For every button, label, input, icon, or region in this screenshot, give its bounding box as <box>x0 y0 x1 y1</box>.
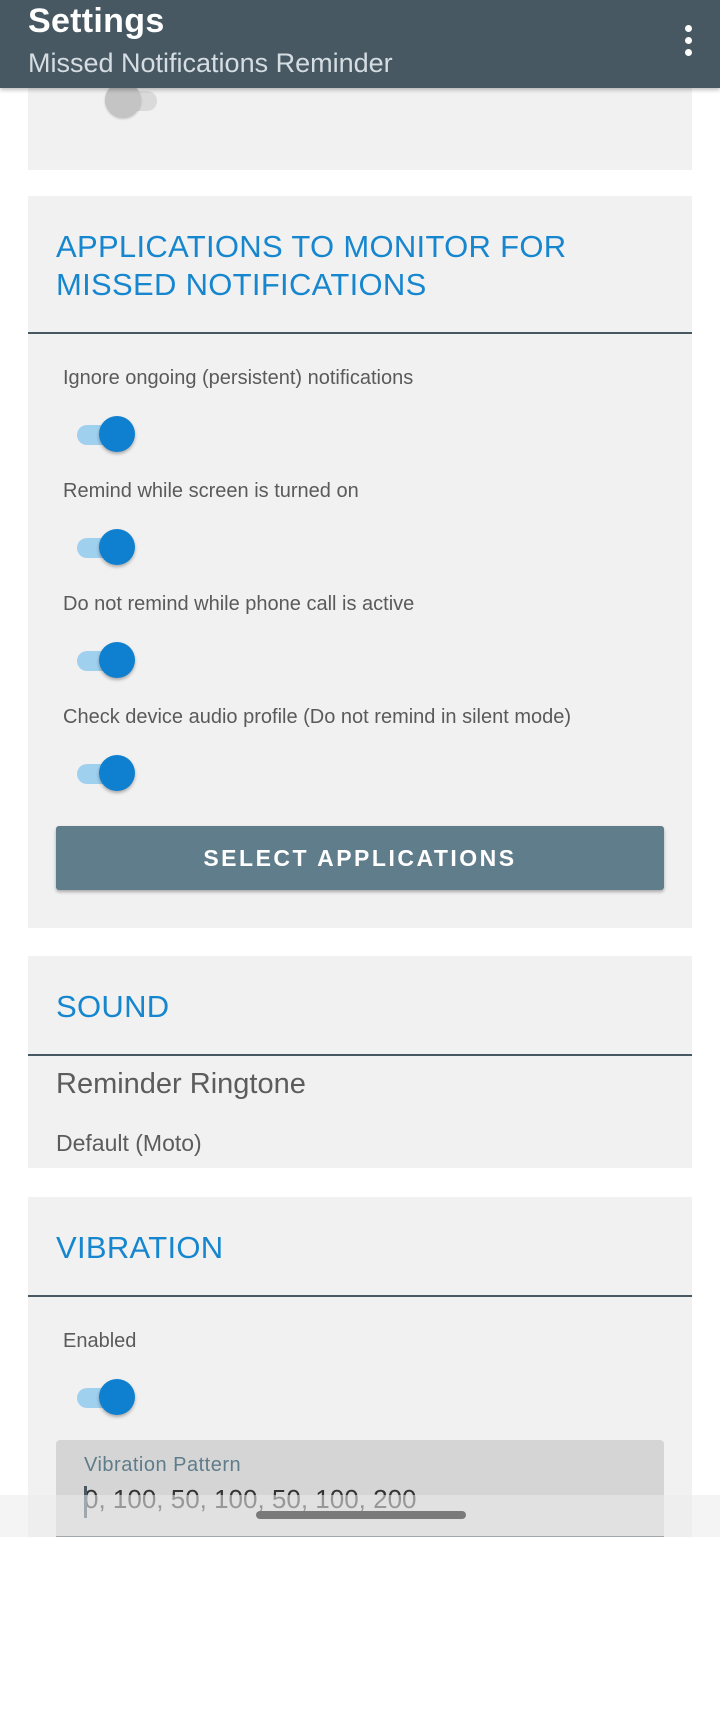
pref-label-remind-screen-on: Remind while screen is turned on <box>63 480 359 502</box>
toggle-vibration-enabled[interactable] <box>77 1379 135 1415</box>
select-applications-button[interactable]: SELECT APPLICATIONS <box>56 826 664 890</box>
toggle-remind-screen-on[interactable] <box>77 529 135 565</box>
switch-thumb <box>99 642 135 678</box>
pref-label-phone-call: Do not remind while phone call is active <box>63 593 415 615</box>
switch-thumb <box>99 416 135 452</box>
ringtone-title[interactable]: Reminder Ringtone <box>56 1068 306 1101</box>
switch-thumb <box>99 529 135 565</box>
sound-card: SOUND Reminder Ringtone Default (Moto) <box>28 956 692 1168</box>
page-subtitle: Missed Notifications Reminder <box>28 48 393 78</box>
pref-label-vibration-enabled: Enabled <box>63 1330 137 1352</box>
pref-label-audio-profile: Check device audio profile (Do not remin… <box>63 706 572 728</box>
pref-label-ignore-ongoing: Ignore ongoing (persistent) notification… <box>63 367 414 389</box>
vibration-card: VIBRATION Enabled Vibration Pattern 0, 1… <box>28 1197 692 1537</box>
gesture-nav-bar <box>0 1495 720 1537</box>
applications-card: APPLICATIONS TO MONITOR FOR MISSED NOTIF… <box>28 196 692 928</box>
toggle-audio-profile[interactable] <box>77 755 135 791</box>
section-divider <box>28 1054 692 1056</box>
more-vert-icon[interactable] <box>670 18 706 62</box>
section-divider <box>28 1295 692 1297</box>
section-title-sound: SOUND <box>56 989 170 1024</box>
section-title-vibration: VIBRATION <box>56 1230 224 1265</box>
section-title-applications: APPLICATIONS TO MONITOR FOR MISSED NOTIF… <box>56 229 567 302</box>
switch-thumb <box>99 1379 135 1415</box>
switch-thumb <box>99 755 135 791</box>
home-handle[interactable] <box>256 1511 466 1519</box>
page-title: Settings <box>28 2 165 40</box>
app-bar: Settings Missed Notifications Reminder <box>0 0 720 88</box>
section-divider <box>28 332 692 334</box>
toggle-phone-call[interactable] <box>77 642 135 678</box>
ringtone-value: Default (Moto) <box>56 1130 202 1156</box>
settings-screen: Settings Missed Notifications Reminder A… <box>0 0 720 1537</box>
toggle-ignore-ongoing[interactable] <box>77 416 135 452</box>
vibration-pattern-label: Vibration Pattern <box>84 1454 242 1476</box>
